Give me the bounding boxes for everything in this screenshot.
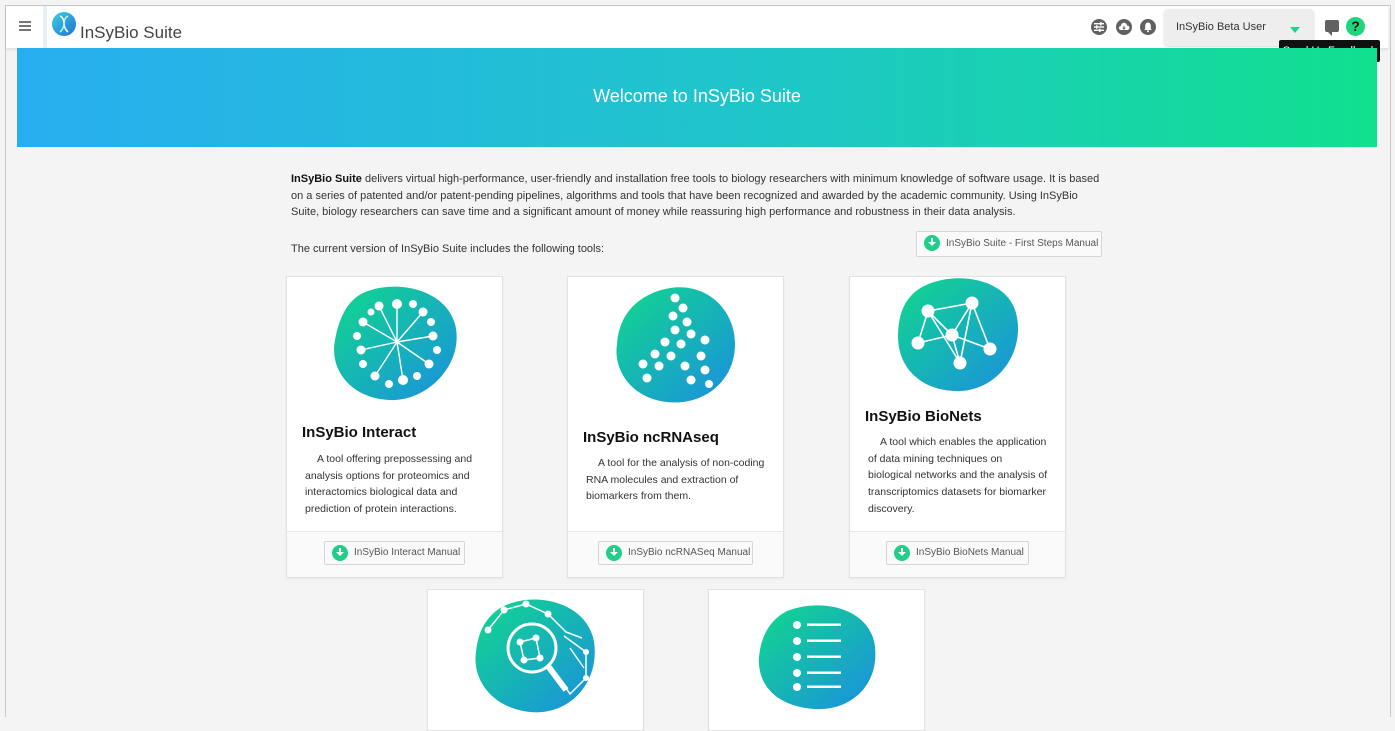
download-icon [332,545,348,561]
top-bar: InSyBio Suite InSyBio Beta User ? [6,6,1388,49]
sliders-icon[interactable] [1091,19,1107,35]
app-title: InSyBio Suite [80,23,183,42]
card-title-ncrnaseq: InSyBio ncRNAseq [583,429,719,446]
bionets-illustration [898,278,1019,391]
card-footer-interact: InSyBio Interact Manual [287,531,502,577]
list-illustration [758,605,876,710]
header-divider [43,6,47,48]
welcome-banner: Welcome to InSyBio Suite [17,48,1377,147]
interact-illustration [334,286,457,401]
help-icon[interactable]: ? [1346,17,1365,36]
ncrnaseq-manual-button[interactable]: InSyBio ncRNASeq Manual [598,541,753,565]
interact-manual-label: InSyBio Interact Manual [354,547,461,558]
first-steps-manual-button[interactable]: InSyBio Suite - First Steps Manual [916,231,1102,257]
tool-card-5 [708,589,925,731]
bionets-manual-label: InSyBio BioNets Manual [916,547,1024,558]
card-description-interact: A tool offering prepossessing and analys… [305,453,473,516]
download-icon [924,235,940,251]
card-footer-bionets: InSyBio BioNets Manual [850,531,1065,577]
card-description-ncrnaseq: A tool for the analysis of non-coding RN… [586,457,765,503]
card-description-bionets: A tool which enables the application of … [868,436,1048,515]
banner-title: Welcome to InSyBio Suite [593,86,801,106]
tool-card-ncrnaseq: InSyBio ncRNAseq A tool for the analysis… [567,276,784,578]
menu-icon[interactable] [18,16,36,36]
first-steps-manual-label: InSyBio Suite - First Steps Manual [946,238,1099,249]
intro-brand: InSyBio Suite [291,173,362,185]
ncrnaseq-illustration [616,287,735,403]
tool-card-bionets: InSyBio BioNets A tool which enables the… [849,276,1066,578]
bionets-manual-button[interactable]: InSyBio BioNets Manual [886,541,1029,565]
tool-card-interact: InSyBio Interact A tool offering preposs… [286,276,503,578]
interact-manual-button[interactable]: InSyBio Interact Manual [324,541,465,565]
intro-paragraph: InSyBio Suite delivers virtual high-perf… [291,171,1101,221]
user-select-label: InSyBio Beta User [1176,21,1266,33]
download-icon [606,545,622,561]
cloud-icon[interactable] [1116,19,1132,35]
card-title-interact: InSyBio Interact [302,424,417,441]
tool-card-4 [427,589,644,731]
chevron-down-icon [1290,27,1300,33]
intro-text: delivers virtual high-performance, user-… [291,173,1100,218]
card-footer-ncrnaseq: InSyBio ncRNASeq Manual [568,531,783,577]
card-title-bionets: InSyBio BioNets [865,408,982,425]
feedback-icon[interactable] [1325,20,1339,36]
ncrnaseq-manual-label: InSyBio ncRNASeq Manual [628,547,751,558]
search-network-illustration [475,599,595,713]
logo-icon [52,12,76,36]
tools-lead: The current version of InSyBio Suite inc… [291,243,605,255]
download-icon [894,545,910,561]
bell-icon[interactable] [1140,19,1156,35]
